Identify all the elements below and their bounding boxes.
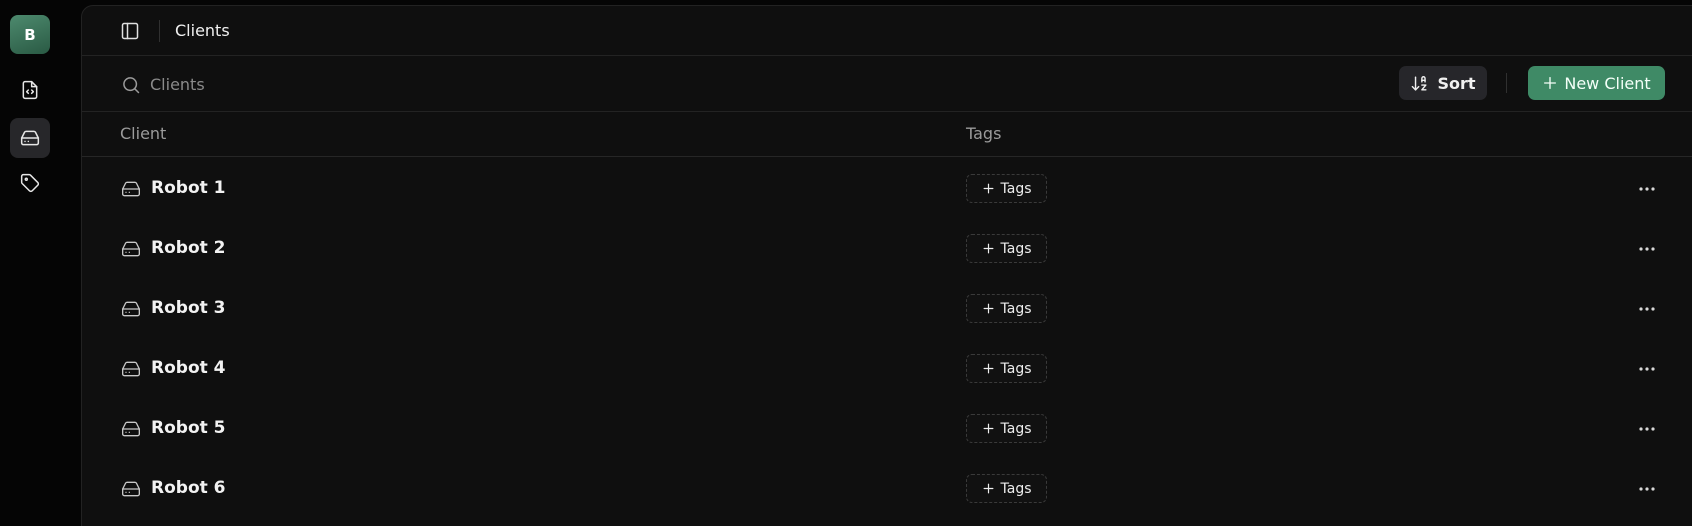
hard-drive-icon bbox=[122, 421, 140, 437]
search-icon bbox=[123, 77, 140, 94]
add-tags-button[interactable]: Tags bbox=[966, 414, 1047, 443]
row-actions-button[interactable] bbox=[1635, 239, 1659, 259]
add-tags-label: Tags bbox=[1000, 480, 1032, 497]
search-input[interactable] bbox=[150, 70, 550, 98]
client-name[interactable]: Robot 6 bbox=[151, 478, 226, 498]
plus-icon bbox=[983, 423, 993, 434]
add-tags-label: Tags bbox=[1000, 360, 1032, 377]
topbar-divider bbox=[159, 20, 160, 42]
breadcrumb: Clients bbox=[175, 21, 230, 40]
workspace-avatar[interactable]: B bbox=[10, 15, 50, 54]
table-row[interactable]: Robot 1 Tags bbox=[82, 159, 1692, 219]
client-name[interactable]: Robot 5 bbox=[151, 418, 226, 438]
plus-icon bbox=[983, 363, 993, 374]
new-client-button[interactable]: New Client bbox=[1528, 66, 1665, 100]
top-bar: Clients bbox=[82, 6, 1692, 56]
table-row[interactable]: Robot 5 Tags bbox=[82, 399, 1692, 459]
toolbar-divider bbox=[1506, 73, 1507, 93]
column-header-tags: Tags bbox=[966, 124, 1002, 143]
add-tags-button[interactable]: Tags bbox=[966, 474, 1047, 503]
tag-icon bbox=[20, 173, 40, 193]
sort-button[interactable]: Sort bbox=[1399, 66, 1487, 100]
plus-icon bbox=[983, 483, 993, 494]
row-actions-button[interactable] bbox=[1635, 179, 1659, 199]
row-actions-button[interactable] bbox=[1635, 299, 1659, 319]
main-panel: Clients Sort New Client Client bbox=[81, 5, 1692, 526]
client-name[interactable]: Robot 2 bbox=[151, 238, 226, 258]
plus-icon bbox=[983, 243, 993, 254]
hard-drive-icon bbox=[122, 301, 140, 317]
plus-icon bbox=[1544, 77, 1557, 89]
add-tags-button[interactable]: Tags bbox=[966, 174, 1047, 203]
row-actions-button[interactable] bbox=[1635, 419, 1659, 439]
more-horizontal-icon bbox=[1639, 367, 1655, 371]
rail-item-tags[interactable] bbox=[10, 163, 50, 203]
hard-drive-icon bbox=[122, 481, 140, 497]
more-horizontal-icon bbox=[1639, 187, 1655, 191]
add-tags-button[interactable]: Tags bbox=[966, 234, 1047, 263]
sort-button-label: Sort bbox=[1437, 73, 1476, 93]
rail-item-documents[interactable] bbox=[10, 70, 50, 110]
add-tags-label: Tags bbox=[1000, 180, 1032, 197]
row-actions-button[interactable] bbox=[1635, 479, 1659, 499]
sidebar-toggle-icon[interactable] bbox=[120, 21, 140, 41]
plus-icon bbox=[983, 303, 993, 314]
table-header: Client Tags bbox=[82, 112, 1692, 157]
add-tags-button[interactable]: Tags bbox=[966, 294, 1047, 323]
row-actions-button[interactable] bbox=[1635, 359, 1659, 379]
sort-alpha-icon bbox=[1412, 75, 1428, 91]
new-client-button-label: New Client bbox=[1564, 73, 1651, 93]
rail-item-clients[interactable] bbox=[10, 118, 50, 158]
hard-drive-icon bbox=[122, 181, 140, 197]
add-tags-label: Tags bbox=[1000, 240, 1032, 257]
more-horizontal-icon bbox=[1639, 307, 1655, 311]
plus-icon bbox=[983, 183, 993, 194]
client-name[interactable]: Robot 1 bbox=[151, 178, 226, 198]
hard-drive-icon bbox=[122, 241, 140, 257]
add-tags-button[interactable]: Tags bbox=[966, 354, 1047, 383]
file-code-icon bbox=[22, 80, 38, 100]
toolbar: Sort New Client bbox=[82, 56, 1692, 112]
add-tags-label: Tags bbox=[1000, 420, 1032, 437]
left-rail: B bbox=[0, 0, 81, 526]
client-name[interactable]: Robot 4 bbox=[151, 358, 226, 378]
table-row[interactable]: Robot 6 Tags bbox=[82, 459, 1692, 519]
table-row[interactable]: Robot 3 Tags bbox=[82, 279, 1692, 339]
hard-drive-icon bbox=[20, 130, 40, 146]
hard-drive-icon bbox=[122, 361, 140, 377]
table-row[interactable]: Robot 4 Tags bbox=[82, 339, 1692, 399]
table-row[interactable]: Robot 2 Tags bbox=[82, 219, 1692, 279]
more-horizontal-icon bbox=[1639, 427, 1655, 431]
add-tags-label: Tags bbox=[1000, 300, 1032, 317]
client-name[interactable]: Robot 3 bbox=[151, 298, 226, 318]
more-horizontal-icon bbox=[1639, 247, 1655, 251]
column-header-client: Client bbox=[120, 124, 167, 143]
more-horizontal-icon bbox=[1639, 487, 1655, 491]
